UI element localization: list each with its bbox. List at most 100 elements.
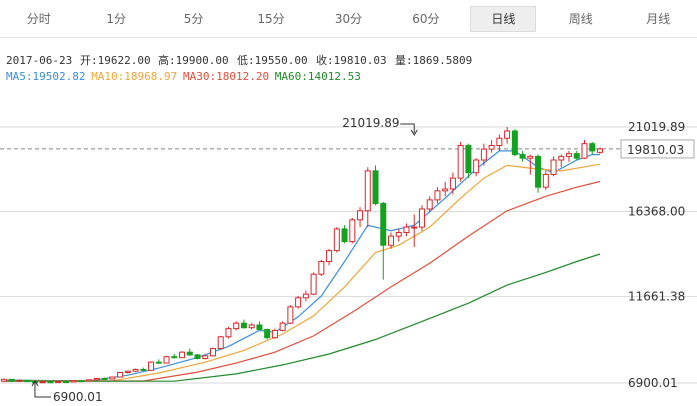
candle-down [78, 379, 85, 383]
candle-body [395, 232, 402, 237]
candle-down [24, 379, 31, 383]
candle-up [148, 361, 155, 371]
candle-body [596, 148, 603, 153]
candle-body [225, 328, 232, 338]
candle-up [271, 328, 278, 339]
candle-body [179, 351, 186, 359]
annotations: 21019.89 6900.01 [31, 116, 418, 404]
candle-body [186, 351, 193, 356]
period-tabs: 分时 1分 5分 15分 30分 60分 日线 周线 月线 [0, 0, 697, 38]
candle-body [55, 381, 62, 384]
tab-7[interactable]: 周线 [542, 0, 619, 37]
candle-down [380, 201, 387, 280]
candle-up [333, 227, 340, 253]
candle-body [558, 155, 565, 161]
candle-up [403, 223, 410, 237]
candle-down [535, 154, 542, 193]
candle-body [341, 228, 348, 243]
tab-3[interactable]: 15分 [232, 0, 309, 37]
candle-body [519, 154, 526, 159]
tab-label: 月线 [646, 12, 671, 26]
candle-up [295, 295, 302, 309]
candle-up [248, 323, 255, 330]
y-tick-label: 21019.89 [628, 120, 685, 134]
candle-body [434, 190, 441, 201]
candle-body [24, 379, 31, 383]
candle-up [93, 377, 100, 381]
candle-body [372, 170, 379, 205]
candle-up [233, 321, 240, 331]
y-axis: 21019.89 16368.00 11661.38 6900.01 19810.03 [620, 120, 695, 390]
candle-down [372, 165, 379, 206]
candle-body [39, 381, 46, 384]
candle-up [388, 232, 394, 249]
candle-up [411, 214, 418, 248]
candle-body [480, 148, 487, 161]
candle-up [132, 368, 139, 373]
tab-label: 日线 [470, 6, 537, 32]
candle-body [403, 226, 410, 234]
tab-0[interactable]: 分时 [0, 0, 77, 37]
candle-up [1, 378, 7, 383]
last-price-label: 19810.03 [627, 143, 684, 157]
candle-up [581, 140, 588, 160]
candle-body [496, 137, 503, 146]
candle-up [418, 205, 425, 231]
candle-body [93, 377, 100, 381]
candle-up [310, 272, 317, 296]
info-open: 开:19622.00 [80, 54, 151, 67]
candle-body [504, 130, 511, 139]
tab-4[interactable]: 30分 [310, 0, 387, 37]
candle-body [380, 203, 387, 246]
candle-down [573, 150, 580, 160]
candle-up [434, 187, 441, 204]
candle-body [388, 235, 394, 246]
candle-body [271, 329, 278, 339]
candle-up [117, 371, 124, 378]
candle-down [589, 141, 596, 155]
tab-8[interactable]: 月线 [620, 0, 697, 37]
candle-up [217, 335, 224, 350]
candle-up [202, 354, 209, 360]
candle-up [302, 290, 309, 302]
ma5-line [3, 150, 601, 382]
candle-up [395, 228, 402, 242]
candle-body [163, 356, 170, 364]
candle-up [55, 381, 62, 384]
y-tick-label: 16368.00 [628, 204, 685, 218]
candle-up [326, 248, 333, 266]
tab-2[interactable]: 5分 [155, 0, 232, 37]
candle-body [357, 210, 364, 221]
candle-up [527, 154, 534, 175]
tab-label: 60分 [412, 12, 440, 26]
candle-down [240, 319, 247, 329]
ma-legend-item: MA10:18968.97 [91, 70, 177, 83]
ma-legend-item: MA30:18012.20 [183, 70, 269, 83]
tab-label: 周线 [568, 12, 593, 26]
candle-down [140, 367, 147, 372]
candle-body [194, 354, 201, 360]
candle-down [186, 348, 193, 356]
candle-up [596, 147, 603, 154]
candle-body [535, 155, 542, 188]
tab-1[interactable]: 1分 [77, 0, 154, 37]
candle-body [566, 153, 573, 157]
candle-body [411, 226, 418, 229]
candle-body [209, 348, 216, 357]
candle-down [47, 381, 54, 384]
candle-down [171, 353, 178, 359]
tab-5[interactable]: 60分 [387, 0, 464, 37]
candle-down [465, 143, 472, 179]
info-high: 高:19900.00 [158, 53, 229, 67]
candle-up [225, 326, 232, 339]
candle-body [488, 144, 495, 150]
candle-body [418, 208, 425, 228]
candle-up [209, 347, 216, 357]
candle-body [295, 297, 302, 308]
info-close: 收:19810.03 [316, 53, 387, 67]
candle-body [349, 219, 356, 243]
tab-6[interactable]: 日线 [465, 0, 542, 37]
candle-body [442, 188, 449, 192]
candle-body [256, 324, 263, 331]
moving-averages [3, 150, 601, 382]
